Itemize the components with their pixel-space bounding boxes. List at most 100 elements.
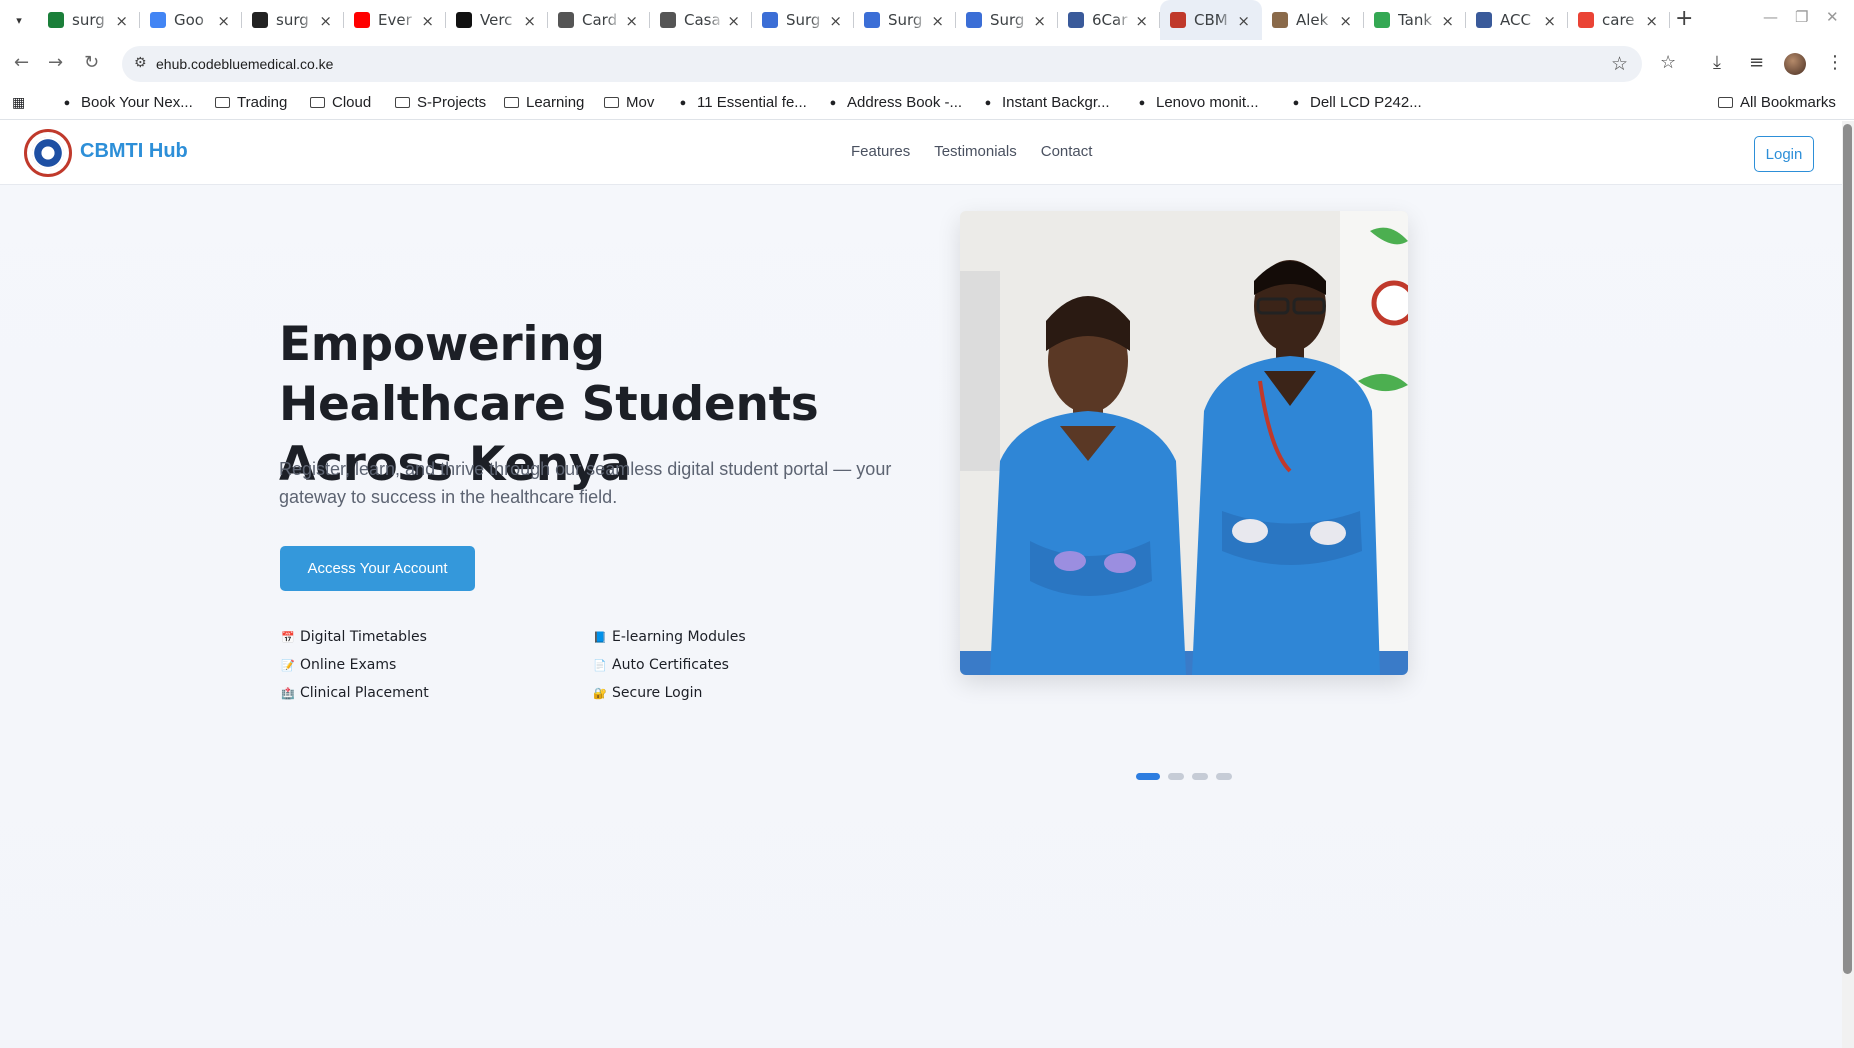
folder-icon [310, 97, 325, 108]
carousel-indicators [1136, 773, 1232, 780]
tab-favicon-icon [252, 12, 268, 28]
feature-emoji-icon: 📘 [593, 630, 607, 644]
tab[interactable]: surg × [38, 0, 140, 40]
bookmark-item[interactable]: ● Instant Backgr... [981, 94, 1110, 111]
reading-list-icon[interactable]: ☆ [1660, 52, 1676, 73]
tab-close-icon[interactable]: × [115, 12, 128, 30]
forward-arrow-icon[interactable]: → [48, 52, 63, 73]
address-bar[interactable]: ⚙ ehub.codebluemedical.co.ke ☆ [122, 46, 1642, 82]
tab-favicon-icon [48, 12, 64, 28]
apps-grid-icon[interactable]: ▦ [12, 94, 25, 111]
nav-link-features[interactable]: Features [851, 143, 910, 160]
feature-label: E-learning Modules [612, 629, 746, 645]
tab[interactable]: surg × [242, 0, 344, 40]
tab-close-icon[interactable]: × [1339, 12, 1352, 30]
tab-close-icon[interactable]: × [1645, 12, 1658, 30]
feature-label: Auto Certificates [612, 657, 729, 673]
tab[interactable]: ACC × [1466, 0, 1568, 40]
bookmark-item[interactable]: ● Dell LCD P242... [1289, 94, 1422, 111]
tab[interactable]: Casa × [650, 0, 752, 40]
login-button[interactable]: Login [1754, 136, 1814, 172]
tab-title: Card [582, 11, 618, 29]
tab-separator [1669, 12, 1670, 28]
tab-close-icon[interactable]: × [421, 12, 434, 30]
tab-close-icon[interactable]: × [523, 12, 536, 30]
tab-favicon-icon [864, 12, 880, 28]
tab-close-icon[interactable]: × [217, 12, 230, 30]
bookmark-item[interactable]: ● 11 Essential fe... [676, 94, 807, 111]
bookmark-label: Learning [526, 94, 585, 111]
tab-title: Surg [990, 11, 1025, 29]
url-text[interactable]: ehub.codebluemedical.co.ke [156, 56, 333, 72]
tab-title: ACC [1500, 11, 1531, 29]
tab[interactable]: Surg × [956, 0, 1058, 40]
nav-link-contact[interactable]: Contact [1041, 143, 1093, 160]
minimize-icon[interactable]: — [1763, 8, 1778, 26]
carousel-dot[interactable] [1136, 773, 1160, 780]
carousel-dot[interactable] [1168, 773, 1184, 780]
bookmark-item[interactable]: ● Address Book -... [826, 94, 962, 111]
new-tab-plus-icon[interactable]: + [1675, 6, 1693, 31]
tab[interactable]: Surg × [854, 0, 956, 40]
bookmark-item[interactable]: Trading [215, 94, 287, 111]
bookmark-item[interactable]: S-Projects [395, 94, 486, 111]
tab-title: CBM [1194, 11, 1228, 29]
fg-icon: ● [1292, 96, 1300, 109]
bookmark-item[interactable]: Learning [504, 94, 584, 111]
tab-active[interactable]: CBM × [1160, 0, 1262, 40]
menu-kebab-icon[interactable]: ⋮ [1826, 52, 1844, 73]
tab-title: Alek [1296, 11, 1329, 29]
tab-close-icon[interactable]: × [1033, 12, 1046, 30]
back-arrow-icon[interactable]: ← [14, 52, 29, 73]
browser-toolbar: ← → ↻ ⚙ ehub.codebluemedical.co.ke ☆ ☆ ⤓… [0, 40, 1854, 88]
tab[interactable]: Goo × [140, 0, 242, 40]
feature-item: 🏥 Clinical Placement [280, 682, 592, 704]
bookmark-item[interactable]: ● Book Your Nex... [60, 94, 193, 111]
tab-close-icon[interactable]: × [1135, 12, 1148, 30]
tab-close-icon[interactable]: × [931, 12, 944, 30]
tab[interactable]: Verc × [446, 0, 548, 40]
bookmark-star-icon[interactable]: ☆ [1611, 53, 1628, 75]
bookmark-label: 11 Essential fe... [697, 94, 807, 111]
tab[interactable]: Card × [548, 0, 650, 40]
brand-name[interactable]: CBMTI Hub [80, 140, 188, 163]
folder-icon [1718, 97, 1733, 108]
tab-favicon-icon [1476, 12, 1492, 28]
tab-close-icon[interactable]: × [1441, 12, 1454, 30]
tab-close-icon[interactable]: × [829, 12, 842, 30]
bookmark-item[interactable]: ● Lenovo monit... [1135, 94, 1259, 111]
restore-icon[interactable]: ❐ [1795, 8, 1808, 26]
tab-title: care [1602, 11, 1635, 29]
nav-link-testimonials[interactable]: Testimonials [934, 143, 1017, 160]
tab-close-icon[interactable]: × [625, 12, 638, 30]
tab-search-chevron-icon[interactable]: ▾ [8, 9, 30, 31]
tab-favicon-icon [1170, 12, 1186, 28]
tab-close-icon[interactable]: × [1237, 12, 1250, 30]
tab[interactable]: 6Car × [1058, 0, 1160, 40]
access-account-button[interactable]: Access Your Account [280, 546, 475, 591]
tab[interactable]: Surg × [752, 0, 854, 40]
reload-icon[interactable]: ↻ [84, 52, 99, 73]
media-control-icon[interactable]: ≡ [1749, 52, 1764, 73]
bookmark-label: Instant Backgr... [1002, 94, 1110, 111]
all-bookmarks[interactable]: All Bookmarks [1718, 94, 1836, 111]
site-info-icon[interactable]: ⚙ [134, 55, 147, 71]
carousel-dot[interactable] [1192, 773, 1208, 780]
tab-close-icon[interactable]: × [319, 12, 332, 30]
feature-label: Online Exams [300, 657, 397, 673]
profile-avatar[interactable] [1784, 53, 1806, 75]
tab[interactable]: Alek × [1262, 0, 1364, 40]
scrollbar-thumb[interactable] [1843, 124, 1852, 974]
tab-close-icon[interactable]: × [727, 12, 740, 30]
carousel-dot[interactable] [1216, 773, 1232, 780]
tab[interactable]: Tank × [1364, 0, 1466, 40]
tab[interactable]: care × [1568, 0, 1670, 40]
tab-close-icon[interactable]: × [1543, 12, 1556, 30]
tab[interactable]: Ever × [344, 0, 446, 40]
close-window-icon[interactable]: ✕ [1826, 8, 1839, 26]
bookmark-item[interactable]: Cloud [310, 94, 371, 111]
download-icon[interactable]: ⤓ [1713, 52, 1721, 73]
cbmti-logo[interactable] [24, 129, 72, 177]
tab-title: Ever [378, 11, 412, 29]
bookmark-item[interactable]: Mov [604, 94, 654, 111]
